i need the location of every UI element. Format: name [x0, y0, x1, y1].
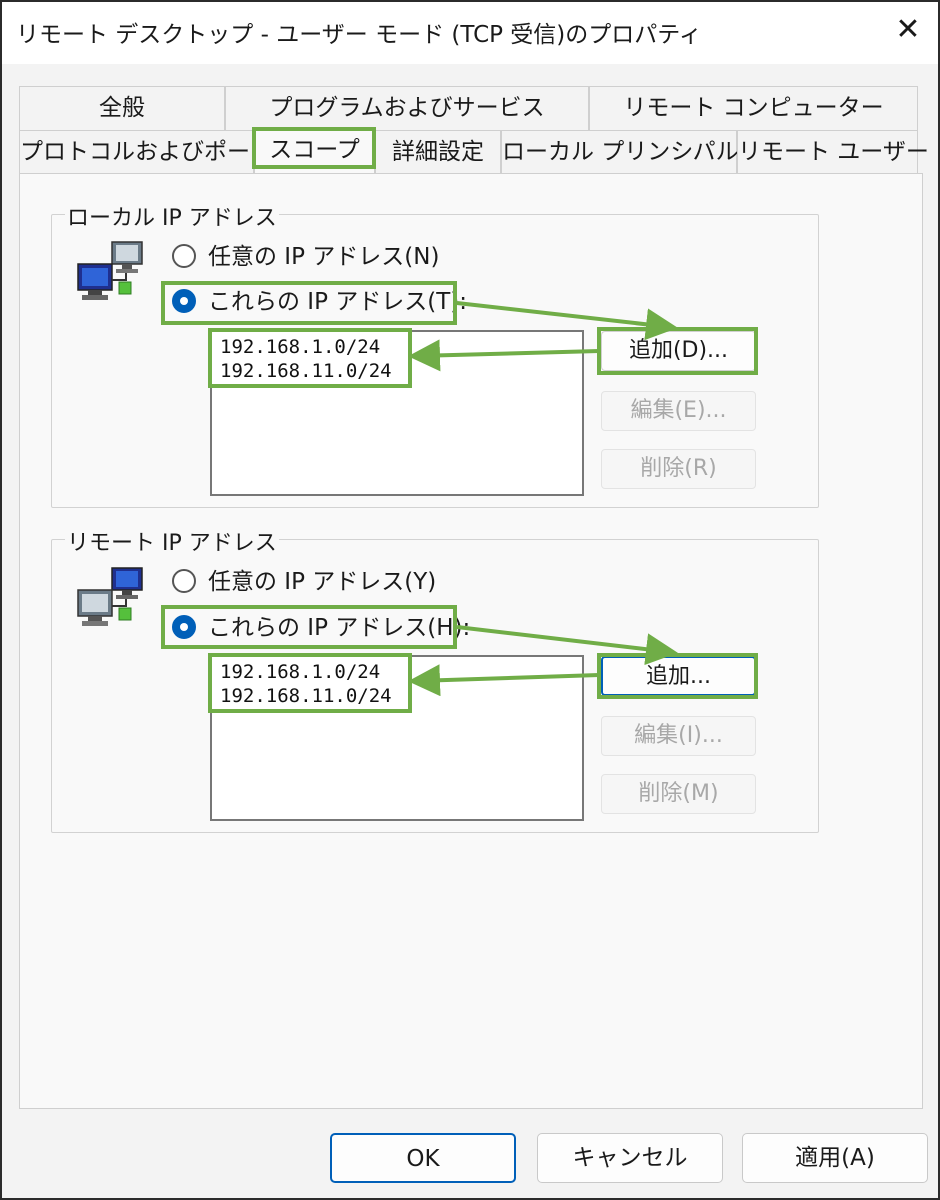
- arrow-local-radio-to-add: [456, 301, 678, 341]
- arrow-remote-add-to-list: [408, 664, 600, 697]
- annotation-arrows: [408, 301, 678, 697]
- arrow-local-add-to-list: [408, 339, 600, 372]
- properties-dialog: リモート デスクトップ - ユーザー モード (TCP 受信)のプロパティ ✕ …: [0, 0, 940, 1200]
- arrow-remote-radio-to-add: [456, 625, 678, 666]
